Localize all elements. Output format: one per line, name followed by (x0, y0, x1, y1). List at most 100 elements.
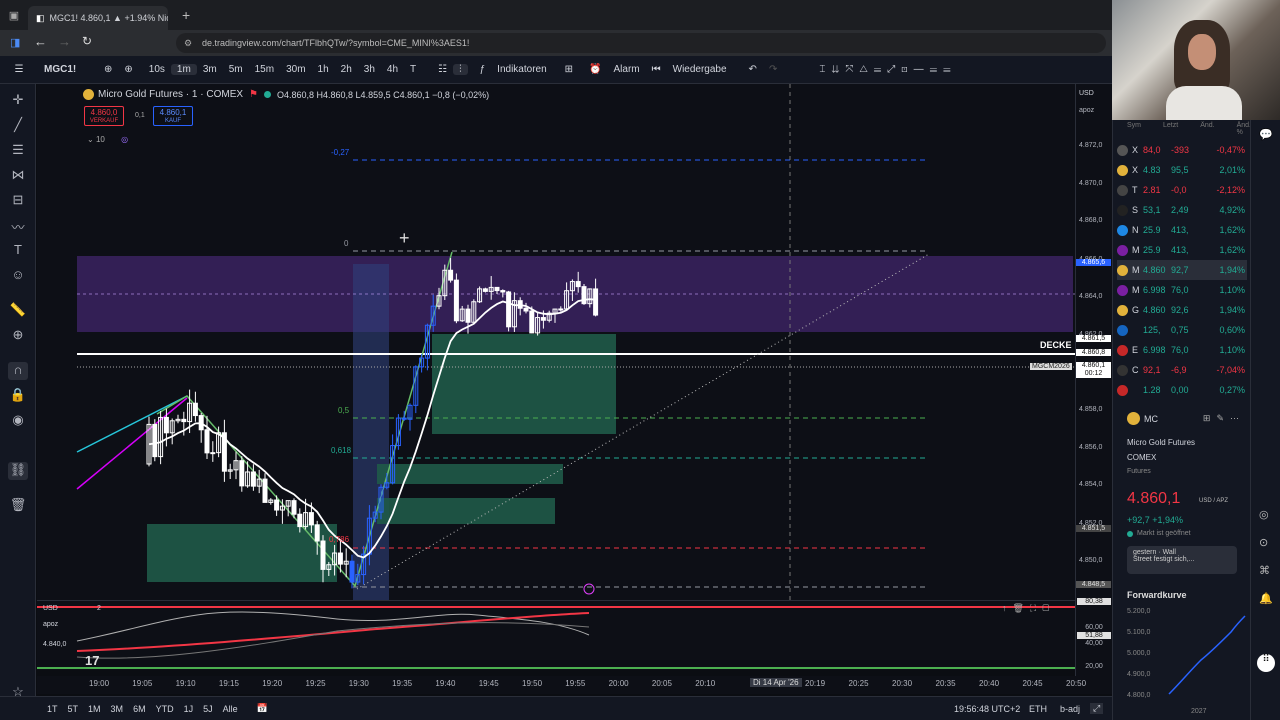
browser-tab[interactable]: ◧ MGC1! 4.860,1 ▲ +1.94% Nicht ✕ (28, 6, 168, 30)
link-icon[interactable]: ⛓ (8, 462, 28, 480)
crosshair-icon[interactable]: ✛ (8, 92, 28, 110)
clock[interactable]: 19:56:48 UTC+2 (954, 704, 1020, 714)
ruler-icon[interactable]: 📏 (8, 302, 28, 320)
emoji-icon[interactable]: ☺ (8, 267, 28, 285)
draw-tools-icons[interactable]: ⌶⇊⤧△☰⤢⊡—☰☰ (813, 64, 962, 75)
scale-unit[interactable]: apoz (1079, 107, 1094, 114)
news-card[interactable]: gestern · Wall Street festigt sich,... (1127, 546, 1237, 574)
interval-1m[interactable]: 1m (170, 64, 197, 75)
interval-5m[interactable]: 5m (223, 64, 249, 75)
indicators-button[interactable]: Indikatoren (491, 64, 552, 75)
interval-1h[interactable]: 1h (312, 64, 335, 75)
magnet-icon[interactable]: ∩ (8, 362, 28, 380)
range-Alle[interactable]: Alle (218, 704, 243, 714)
watchlist-row[interactable]: S 53,1 2,49 4,92% (1117, 200, 1247, 220)
range-6M[interactable]: 6M (128, 704, 151, 714)
range-YTD[interactable]: YTD (151, 704, 179, 714)
fib-icon[interactable]: ☰ (8, 142, 28, 160)
replay-button[interactable]: Wiedergabe (667, 64, 733, 75)
watchlist-row[interactable]: E 6.998 76,0 1,10% (1117, 340, 1247, 360)
watchlist-row[interactable]: M 25.9 413, 1,62% (1117, 240, 1247, 260)
new-tab-icon[interactable]: + (182, 7, 190, 23)
range-1J[interactable]: 1J (179, 704, 199, 714)
range-5T[interactable]: 5T (63, 704, 84, 714)
range-5J[interactable]: 5J (198, 704, 218, 714)
watchlist-row[interactable]: 1.28 0,00 0,27% (1117, 380, 1247, 400)
hub-icon[interactable]: ⌘ (1259, 564, 1270, 577)
interval-4h[interactable]: 4h (381, 64, 404, 75)
candles-icon[interactable]: ⫶ (453, 64, 468, 75)
time-axis[interactable]: 19:00 19:05 19:10 19:15 19:20 19:25 19:30 19:35… (37, 676, 1112, 694)
details-action-icons[interactable]: ⊞✎⋯ (1203, 413, 1245, 424)
brush-icon[interactable]: 〰 (8, 217, 28, 235)
interval-10s[interactable]: 10s (143, 64, 171, 75)
watchlist-row[interactable]: 125, 0,75 0,60% (1117, 320, 1247, 340)
header-last[interactable]: Letzt (1163, 122, 1178, 136)
watchlist-row[interactable]: X 4.83 95,5 2,01% (1117, 160, 1247, 180)
chart-canvas[interactable]: + (37, 84, 1075, 600)
grid-menu-icon[interactable]: ⠿ (1257, 654, 1275, 672)
pattern-icon[interactable]: ⋈ (8, 167, 28, 185)
undo-icon[interactable]: ↶ (743, 64, 763, 75)
watchlist-row[interactable]: N 25.9 413, 1,62% (1117, 220, 1247, 240)
site-info-icon[interactable]: ⚙ (184, 33, 192, 53)
osc-count[interactable]: 2 (97, 605, 101, 612)
maximize-icon[interactable]: ⤢ (1090, 703, 1104, 714)
chat-icon[interactable]: 💬 (1259, 128, 1273, 141)
alarm-button[interactable]: Alarm (608, 64, 646, 75)
price-scale[interactable]: USD apoz 4.872,04.870,04.868,04.866,04.8… (1075, 84, 1112, 676)
watchlist-row[interactable]: M 6.998 76,0 1,10% (1117, 280, 1247, 300)
lock-icon[interactable]: 🔒 (8, 387, 28, 405)
watchlist-row[interactable]: M 4.860 92,7 1,94% (1117, 260, 1247, 280)
pane-controls[interactable]: ↑🗑⛶▢ (1002, 603, 1055, 614)
trendline-icon[interactable]: ╱ (8, 117, 28, 135)
eye-icon[interactable]: ◉ (8, 412, 28, 430)
osc-currency[interactable]: USD (43, 605, 58, 612)
buy-button[interactable]: 4.860,1 KAUF (153, 106, 193, 126)
scale-currency[interactable]: USD (1079, 90, 1094, 97)
menu-icon[interactable]: ☰ (0, 64, 38, 75)
url-field[interactable]: ⚙ de.tradingview.com/chart/TFlbhQTw/?sym… (176, 33, 1106, 53)
adjust-toggle[interactable]: b-adj (1060, 704, 1080, 714)
indicator-collapse[interactable]: ⌄ 10 ◎ (87, 135, 128, 144)
interval-T[interactable]: T (404, 64, 422, 75)
interval-30m[interactable]: 30m (280, 64, 311, 75)
interval-3m[interactable]: 3m (197, 64, 223, 75)
projection-icon[interactable]: ⊟ (8, 192, 28, 210)
zoom-icon[interactable]: ⊕ (8, 327, 28, 345)
header-chg[interactable]: Änd. (1200, 122, 1214, 136)
price-chart[interactable]: + Micro Gold Futures · 1 · COMEX ⚑ O4.86… (37, 84, 1075, 600)
range-1M[interactable]: 1M (83, 704, 106, 714)
watchlist-row[interactable]: X 84,0 -393 -0,47% (1117, 140, 1247, 160)
range-3M[interactable]: 3M (106, 704, 129, 714)
layout-icon[interactable]: ⊞ (559, 64, 579, 75)
compare-icon[interactable]: ⊕ (118, 64, 138, 75)
interval-3h[interactable]: 3h (358, 64, 381, 75)
watchlist-row[interactable]: G 4.860 92,6 1,94% (1117, 300, 1247, 320)
oscillator-pane[interactable]: USD apoz 2 4.840,0 17 ↑🗑⛶▢ (37, 600, 1075, 670)
symbol-search[interactable]: MGC1! (38, 64, 98, 75)
osc-unit[interactable]: apoz (43, 621, 58, 628)
window-menu-icon[interactable]: ▣ (0, 9, 28, 22)
sell-button[interactable]: 4.860,0 VERKAUF (84, 106, 124, 126)
header-sym[interactable]: Sym (1127, 122, 1141, 136)
signal-icon[interactable]: ⊙ (1259, 536, 1268, 549)
interval-15m[interactable]: 15m (249, 64, 280, 75)
alarm-icon[interactable]: ⏰ (583, 64, 607, 75)
sidebar-icon[interactable]: ◨ (10, 36, 20, 49)
tradingview-logo-icon[interactable]: 17 (85, 653, 99, 668)
header-pct[interactable]: Änd. % (1237, 122, 1251, 136)
notification-icon[interactable]: 🔔 (1259, 592, 1273, 605)
watchlist-row[interactable]: C 92,1 -6,9 -7,04% (1117, 360, 1247, 380)
watchlist-row[interactable]: T 2.81 -0,0 -2,12% (1117, 180, 1247, 200)
back-icon[interactable]: ← (34, 34, 47, 49)
chart-type-icon[interactable]: ☷ (432, 64, 453, 75)
replay-icon[interactable]: ⏮ (646, 64, 667, 75)
details-name[interactable]: Micro Gold Futures (1127, 438, 1195, 447)
forward-icon[interactable]: → (58, 34, 71, 49)
target-icon[interactable]: ◎ (1259, 508, 1269, 521)
redo-icon[interactable]: ↷ (763, 64, 783, 75)
reload-icon[interactable]: ↻ (82, 34, 92, 48)
goto-date-icon[interactable]: 📅 (257, 703, 268, 714)
indicator-settings-icon[interactable]: ◎ (121, 135, 128, 144)
